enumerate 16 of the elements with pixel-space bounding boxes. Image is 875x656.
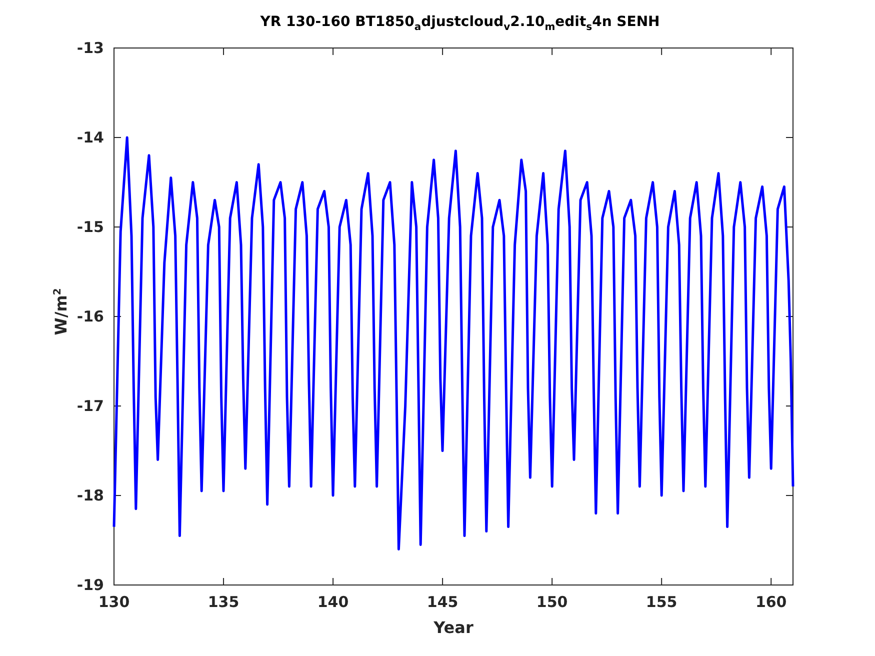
tick-label: 155	[646, 593, 678, 611]
tick-label: 135	[208, 593, 240, 611]
tick-label: 130	[98, 593, 130, 611]
chart-title: YR 130-160 BT1850$_{a}$djustcloud$_{v}$2.10$_{m}$edit$_{s}$4n SENH	[259, 13, 661, 35]
tick-label: 145	[426, 593, 458, 611]
tick-label: -13	[76, 39, 104, 57]
tick-label: -17	[76, 397, 104, 415]
tick-label: -19	[76, 576, 104, 594]
axis-label: Year	[434, 618, 474, 637]
tick-label: -14	[76, 128, 104, 146]
tick-label: 160	[755, 593, 787, 611]
tick-label: 140	[317, 593, 349, 611]
tick-label: -18	[76, 486, 104, 504]
tick-label: -15	[76, 218, 104, 236]
tick-label: 150	[536, 593, 568, 611]
tick-label: -16	[76, 308, 104, 326]
